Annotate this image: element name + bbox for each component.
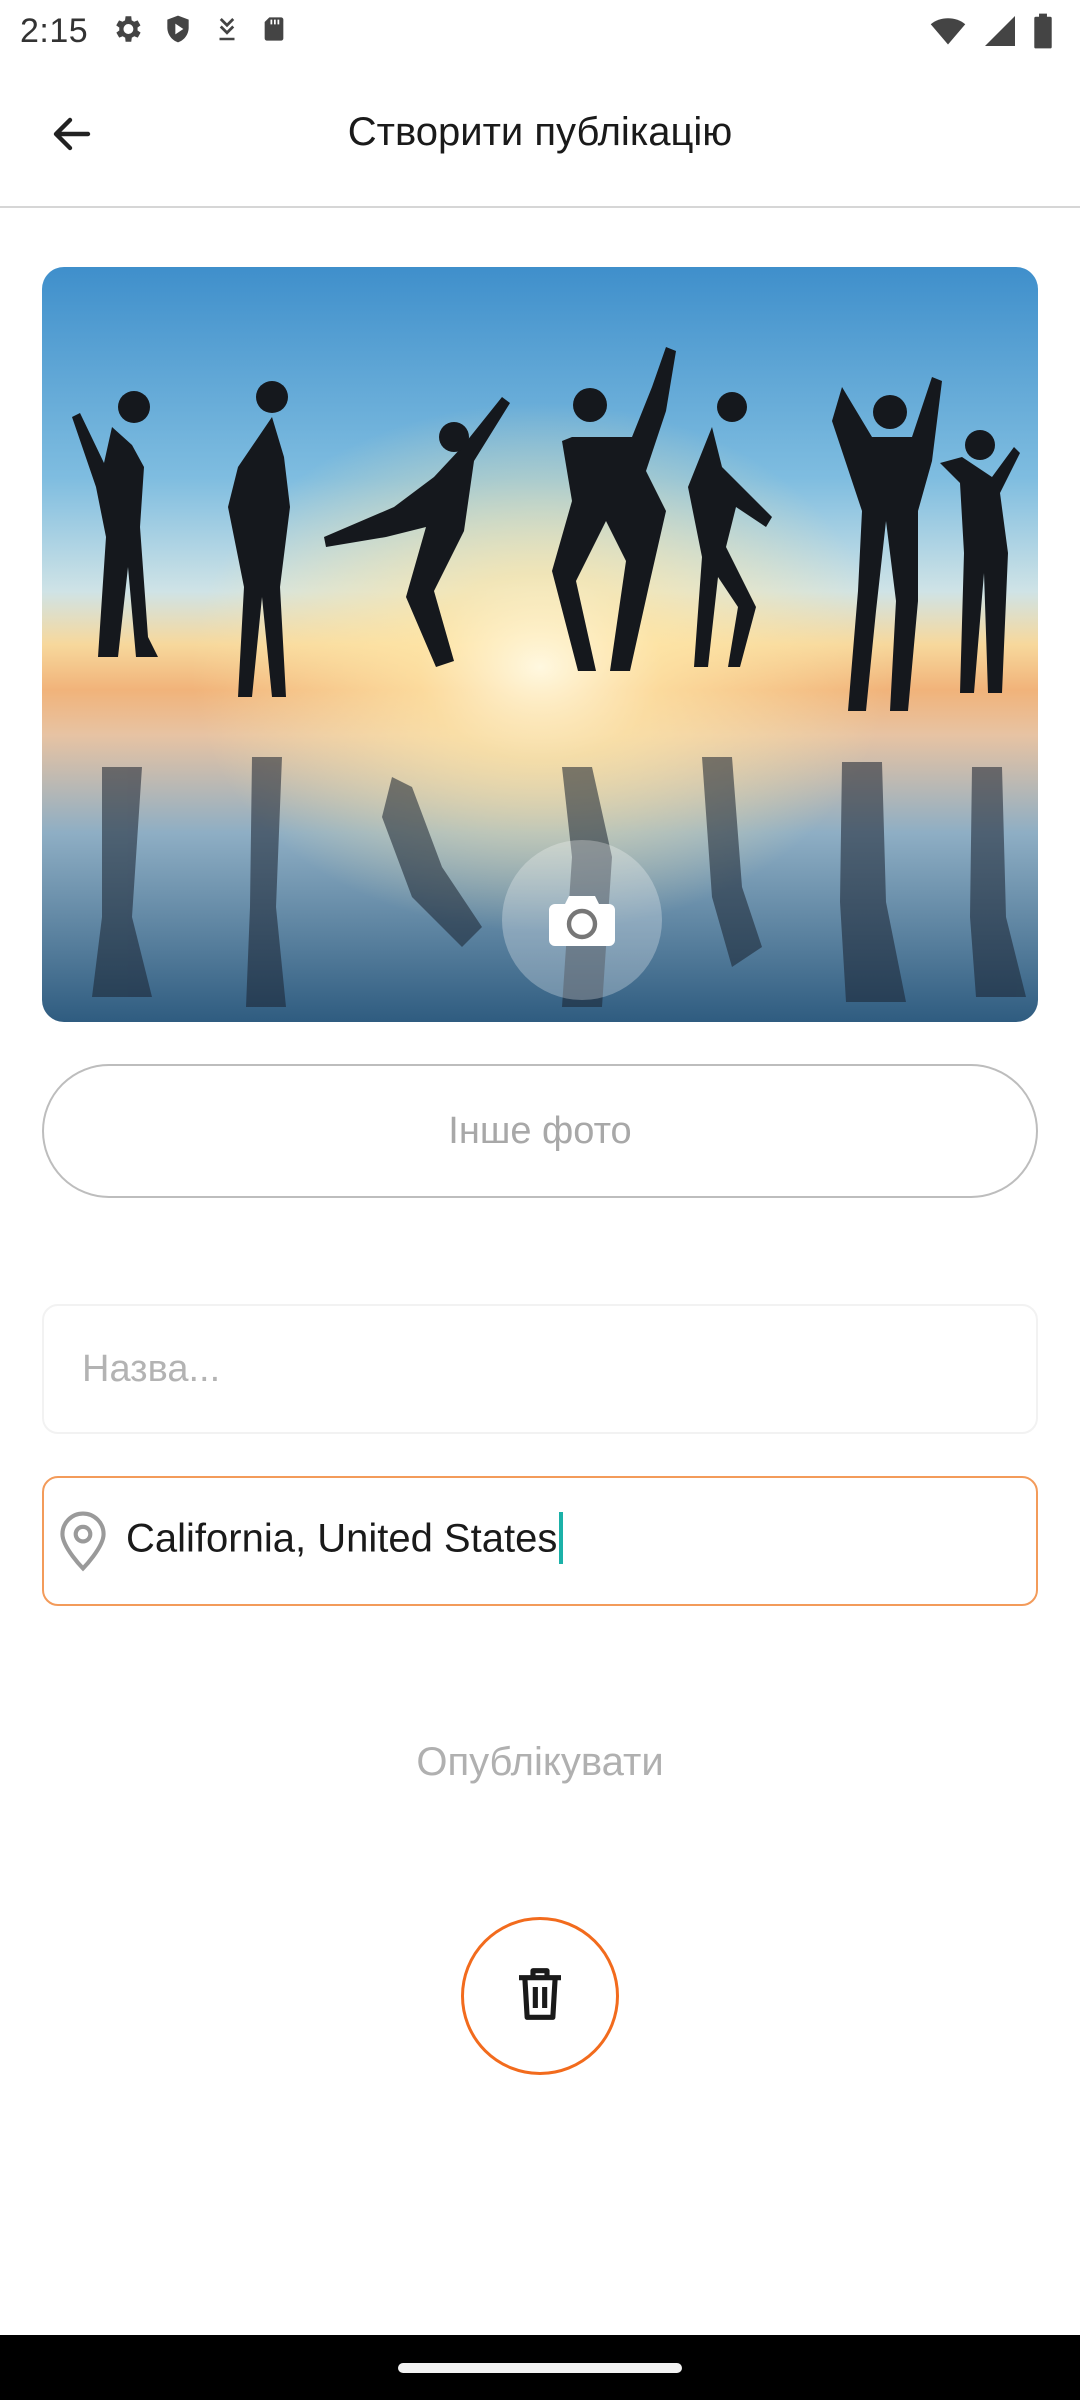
location-field[interactable]: California, United States [42,1476,1038,1606]
signal-icon [982,13,1018,54]
status-time: 2:15 [20,11,89,50]
page-title: Створити публікацію [347,110,733,154]
create-post-screen: 2:15 Створити публікацію Інше фото Назва… [0,0,1080,2400]
gear-icon [110,12,144,51]
text-cursor [559,1512,564,1564]
publish-button[interactable]: Опублікувати [290,1720,790,1804]
camera-icon [547,890,617,950]
other-photo-button[interactable]: Інше фото [42,1064,1038,1198]
app-bar: Створити публікацію [0,62,1080,208]
location-pin-icon [52,1506,114,1576]
wifi-icon [928,13,968,54]
download-icon [212,13,242,50]
status-system-icons [928,12,1054,55]
home-gesture-handle[interactable] [398,2363,682,2373]
battery-icon [1032,12,1054,55]
sd-card-icon [260,13,288,50]
delete-button[interactable] [461,1917,619,2075]
change-photo-camera-button[interactable] [502,840,662,1000]
location-input[interactable]: California, United States [126,1512,564,1567]
status-bar: 2:15 [0,0,1080,62]
location-value-text: California, United States [126,1516,558,1561]
title-field[interactable] [42,1304,1038,1434]
post-photo[interactable] [42,267,1038,1022]
status-notification-icons [110,12,288,51]
trash-icon [512,1963,568,2030]
status-left: 2:15 [20,12,288,51]
shield-icon [162,12,194,51]
title-input[interactable] [82,1347,1036,1391]
